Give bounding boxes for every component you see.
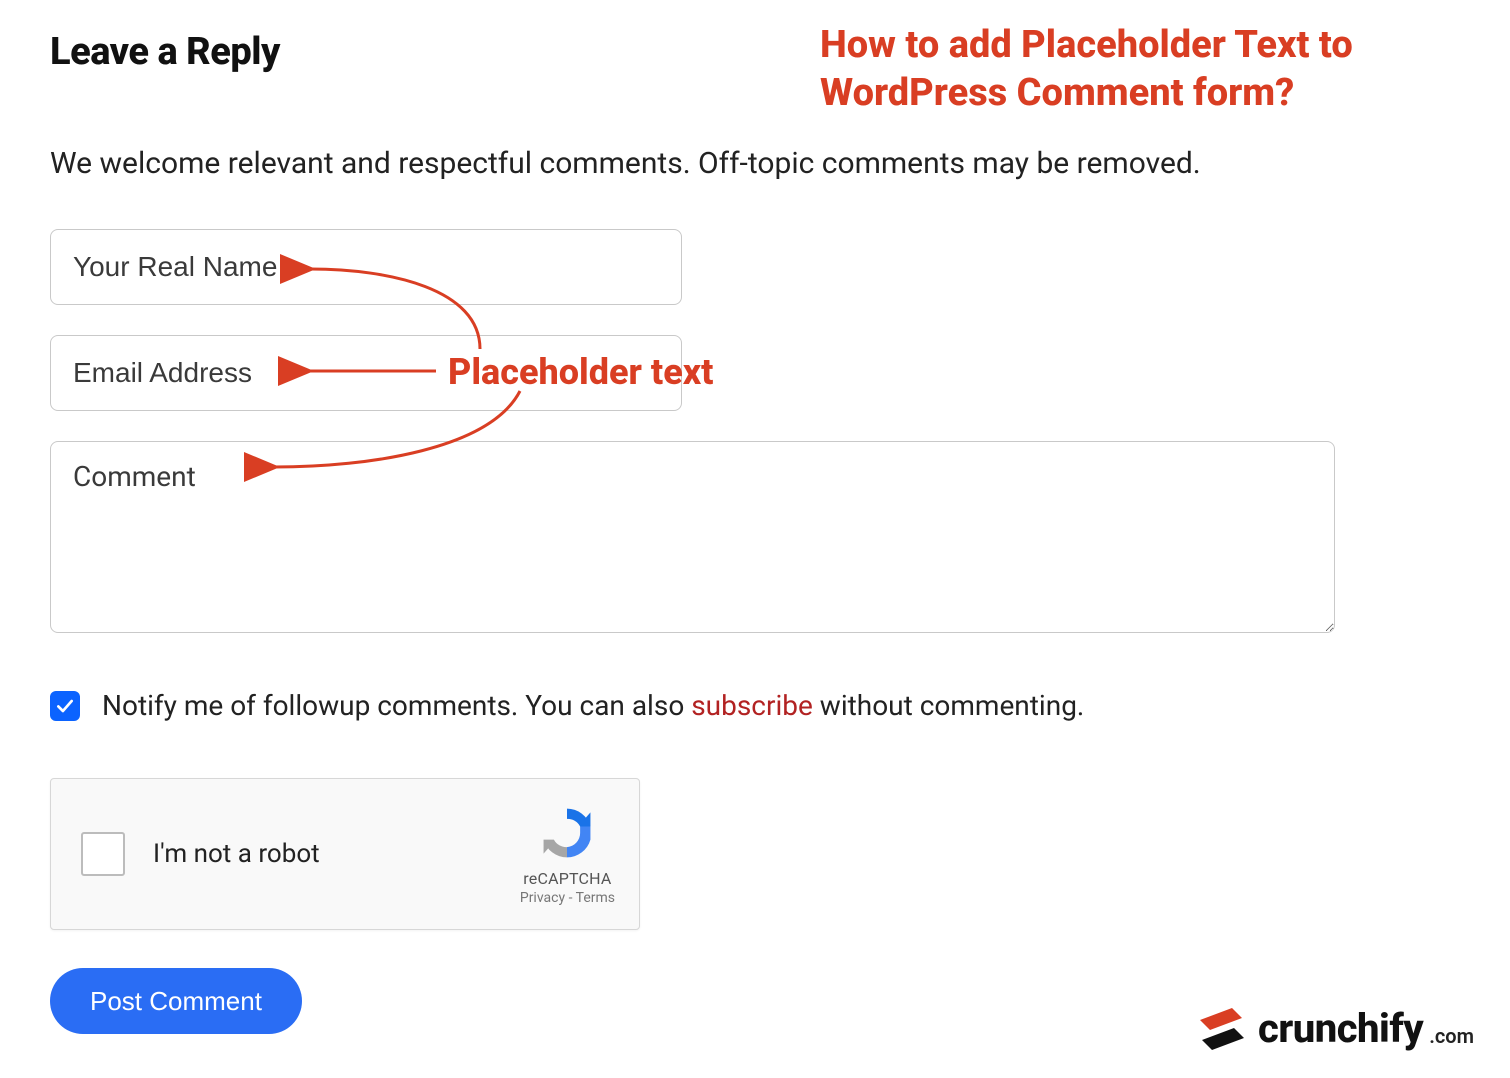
recaptcha-privacy-link[interactable]: Privacy xyxy=(520,890,565,906)
brand-name: crunchify xyxy=(1258,1005,1423,1052)
recaptcha-widget: I'm not a robot reCAPTCHA Privacy - Term… xyxy=(50,778,640,930)
comment-field[interactable] xyxy=(50,441,1335,633)
notify-text-after: without commenting. xyxy=(813,689,1084,722)
annotation-placeholder-label: Placeholder text xyxy=(448,351,713,393)
recaptcha-brand: reCAPTCHA xyxy=(520,869,615,888)
brand-logo: crunchify .com xyxy=(1198,1005,1474,1052)
check-icon xyxy=(55,696,75,716)
brand-suffix: .com xyxy=(1429,1024,1474,1048)
recaptcha-checkbox[interactable] xyxy=(81,832,125,876)
recaptcha-sep: - xyxy=(565,890,576,906)
notify-text: Notify me of followup comments. You can … xyxy=(102,689,1084,722)
crunchify-icon xyxy=(1198,1006,1248,1052)
notify-text-before: Notify me of followup comments. You can … xyxy=(102,689,691,722)
recaptcha-terms-link[interactable]: Terms xyxy=(576,890,615,906)
notify-checkbox[interactable] xyxy=(50,691,80,721)
intro-text: We welcome relevant and respectful comme… xyxy=(50,146,1460,181)
post-comment-button[interactable]: Post Comment xyxy=(50,968,302,1034)
annotation-title: How to add Placeholder Text to WordPress… xyxy=(820,22,1470,117)
name-field[interactable] xyxy=(50,229,682,305)
recaptcha-label: I'm not a robot xyxy=(153,839,320,869)
comment-form: Placeholder text xyxy=(50,229,1460,633)
notify-row: Notify me of followup comments. You can … xyxy=(50,689,1460,722)
recaptcha-icon xyxy=(537,803,597,863)
subscribe-link[interactable]: subscribe xyxy=(691,689,813,722)
